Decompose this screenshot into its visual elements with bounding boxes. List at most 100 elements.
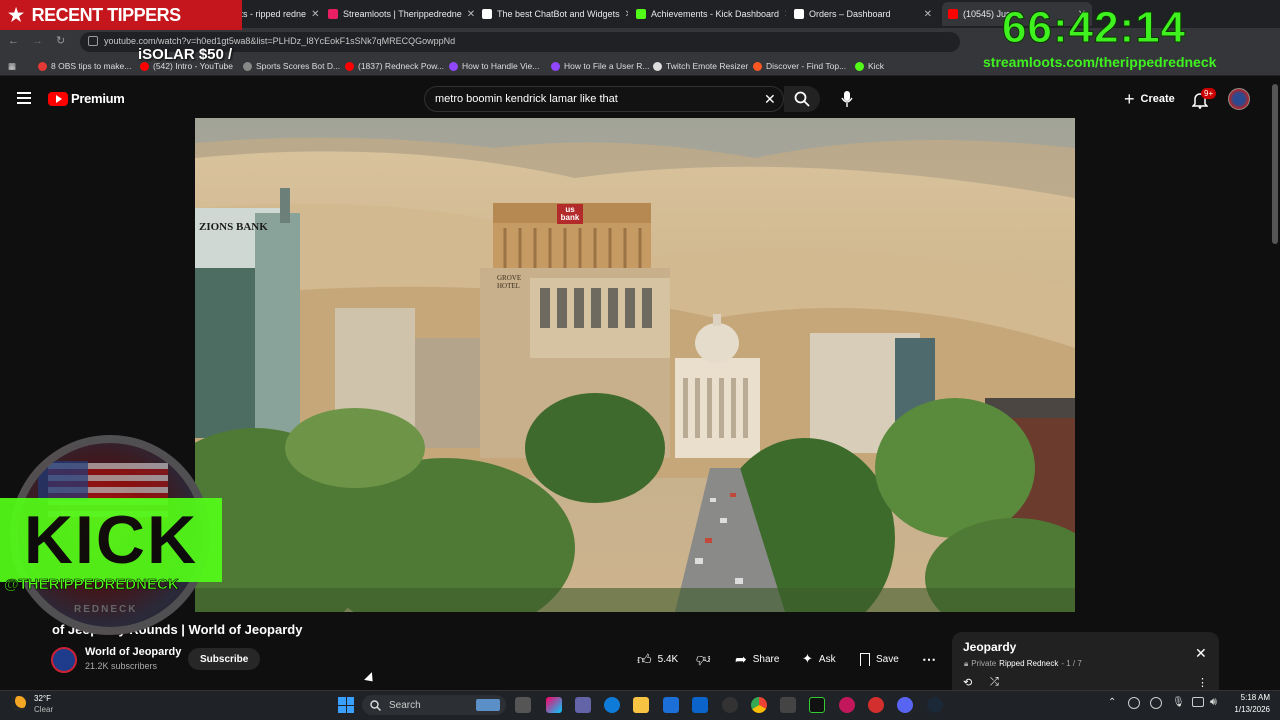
show-hidden-icons[interactable]: ⌃ [1108, 697, 1116, 708]
shuffle-icon[interactable]: ⤮ [990, 676, 999, 689]
obs-icon[interactable] [722, 697, 738, 713]
channel-name[interactable]: World of Jeopardy [85, 646, 181, 658]
playlist-owner[interactable]: Ripped Redneck [999, 659, 1058, 669]
close-icon[interactable]: ✕ [311, 9, 319, 20]
chrome-icon[interactable] [751, 697, 767, 713]
close-icon[interactable]: ✕ [625, 9, 628, 20]
bookmark-icon [551, 61, 560, 71]
search-icon [794, 91, 810, 107]
badge-text: REDNECK [74, 604, 138, 615]
back-icon[interactable]: ← [8, 35, 19, 47]
playlist-menu-icon[interactable]: ⋮ [1197, 676, 1208, 689]
volume-icon[interactable]: 🔊︎ [1210, 696, 1217, 709]
video-player[interactable]: ZIONS BANK us bank GROVE HOTEL [195, 118, 1075, 612]
bookmark-redneck[interactable]: (1837) Redneck Pow... [345, 61, 444, 71]
file-explorer-icon[interactable] [633, 697, 649, 713]
site-info-icon[interactable] [88, 36, 98, 46]
bookmark-icon [753, 61, 762, 71]
task-view-icon[interactable] [515, 697, 531, 713]
microphone-icon[interactable]: 🎙︎ [1172, 697, 1185, 708]
search-button[interactable] [784, 86, 820, 112]
menu-icon[interactable] [17, 92, 31, 104]
bookmark-emote-resizer[interactable]: Twitch Emote Resizer [653, 61, 748, 71]
youtube-premium-label[interactable]: Premium [71, 91, 125, 106]
us-bank-sign: us bank [560, 205, 580, 222]
discord-icon[interactable] [897, 697, 913, 713]
like-button[interactable]: 👍︎ 5.4K [637, 648, 678, 670]
app-icon[interactable] [780, 697, 796, 713]
tab-streamloots[interactable]: Streamloots | Therippedredne ✕ [322, 2, 474, 26]
bookmark-kick[interactable]: Kick [855, 61, 884, 71]
recent-tippers-banner: ★ RECENT TIPPERS [0, 0, 242, 30]
gta-icon[interactable] [868, 697, 884, 713]
like-count: 5.4K [657, 653, 679, 665]
bookmark-label: How to Handle Vie... [462, 61, 540, 71]
channel-avatar[interactable] [51, 647, 77, 673]
copilot-icon[interactable] [546, 697, 562, 713]
grove-hotel-sign: GROVE HOTEL [497, 274, 522, 290]
ask-button[interactable]: ✦ Ask [802, 648, 836, 670]
tab-label: Orders – Dashboard [809, 9, 891, 19]
bookmark-icon [653, 61, 662, 71]
tray-app-icon[interactable] [1128, 697, 1140, 709]
bookmark-icon [855, 61, 864, 71]
thumbs-down-icon: 👍︎ [696, 651, 711, 668]
steam-icon[interactable] [927, 697, 943, 713]
more-actions-icon[interactable]: ⋯ [922, 648, 936, 670]
clock-time[interactable]: 5:18 AM [1234, 693, 1270, 702]
outlook-icon[interactable] [692, 697, 708, 713]
avatar[interactable] [1228, 88, 1250, 110]
playlist-title[interactable]: Jeopardy [963, 640, 1016, 654]
youtube-logo-icon[interactable] [48, 92, 68, 106]
bookmark-handle[interactable]: How to Handle Vie... [449, 61, 539, 71]
bookmark-label: 8 OBS tips to make... [51, 61, 132, 71]
thumbs-up-icon: 👍︎ [637, 650, 652, 667]
loop-icon[interactable]: ⟲ [963, 676, 972, 689]
display-icon[interactable] [1192, 697, 1204, 707]
bookmark-discover[interactable]: Discover - Find Top... [753, 61, 846, 71]
share-icon: ➦ [735, 650, 747, 667]
close-icon[interactable]: ✕ [467, 9, 474, 20]
kick-icon [636, 9, 646, 19]
chatbot-icon [482, 9, 492, 19]
bookmark-sports[interactable]: Sports Scores Bot D... [243, 61, 340, 71]
dislike-button[interactable]: 👍︎ [696, 648, 711, 670]
save-button[interactable]: Save [860, 648, 899, 670]
tray-sync-icon[interactable] [1150, 697, 1162, 709]
store-icon[interactable] [663, 697, 679, 713]
subscribe-button[interactable]: Subscribe [188, 648, 261, 670]
reload-icon[interactable]: ↻ [56, 34, 65, 47]
close-playlist-icon[interactable]: ✕ [1195, 645, 1207, 662]
windows-start-icon[interactable] [338, 697, 354, 713]
close-icon[interactable]: ✕ [784, 9, 786, 20]
bookmark-icon [860, 652, 870, 666]
search-input[interactable]: metro boomin kendrick lamar like that [424, 86, 784, 112]
clear-search-icon[interactable]: ✕ [764, 91, 776, 108]
clock-date[interactable]: 1/13/2026 [1226, 705, 1270, 714]
share-button[interactable]: ➦ Share [735, 648, 779, 670]
taskbar-search[interactable]: Search [362, 695, 506, 715]
kick-handle: @THERIPPEDREDNECK [4, 576, 179, 594]
streamlabs-icon[interactable] [839, 697, 855, 713]
close-icon[interactable]: ✕ [924, 9, 932, 20]
tab-orders[interactable]: Orders – Dashboard ✕ [788, 2, 938, 26]
bookmark-label: How to File a User R... [564, 61, 650, 71]
edge-icon[interactable] [604, 697, 620, 713]
tab-chatbot[interactable]: The best ChatBot and Widgets ✕ [476, 2, 628, 26]
bookmark-file-report[interactable]: How to File a User R... [551, 61, 650, 71]
terminal-icon[interactable] [809, 697, 825, 713]
bookmark-obs-tips[interactable]: 8 OBS tips to make... [38, 61, 131, 71]
teams-icon[interactable] [575, 697, 591, 713]
scrollbar-thumb[interactable] [1272, 84, 1278, 244]
search-icon [370, 699, 381, 711]
tab-kick-achievements[interactable]: Achievements - Kick Dashboard ✕ [630, 2, 786, 26]
save-label: Save [876, 653, 899, 665]
voice-search-icon[interactable] [841, 90, 853, 113]
create-button[interactable]: + Create [1124, 89, 1175, 109]
weather-moon-icon[interactable] [12, 696, 26, 710]
forward-icon[interactable]: → [32, 35, 43, 47]
apps-icon[interactable]: ▦ [8, 61, 16, 72]
weather-temp[interactable]: 32°F [34, 694, 51, 703]
tab-label: Achievements - Kick Dashboard [651, 9, 780, 19]
flag-stars [38, 461, 88, 501]
